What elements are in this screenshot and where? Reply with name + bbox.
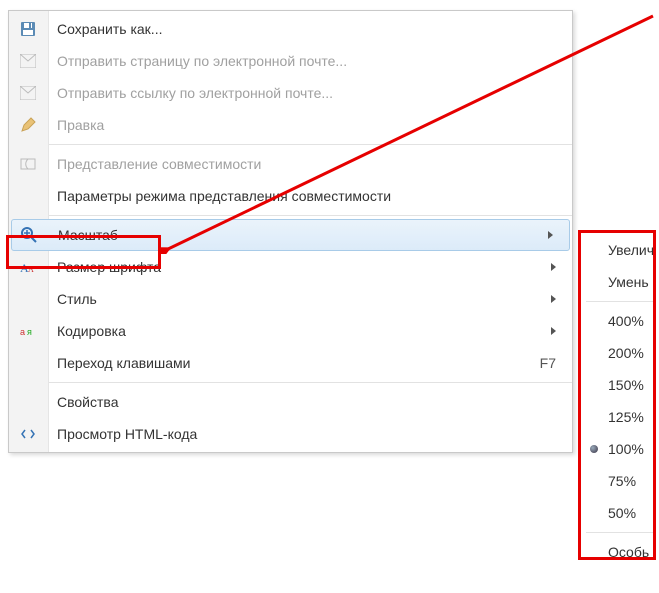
separator [49, 215, 572, 216]
menu-item-view-source[interactable]: Просмотр HTML-кода [9, 418, 572, 450]
zoom-400[interactable]: 400% [582, 305, 657, 337]
submenu-arrow-icon [551, 295, 556, 303]
menu-item-save-as[interactable]: Сохранить как... [9, 13, 572, 45]
sub-item-label: 400% [608, 313, 644, 329]
menu-item-edit: Правка [9, 109, 572, 141]
menu-item-label: Представление совместимости [57, 156, 556, 172]
sub-item-label: 200% [608, 345, 644, 361]
code-icon [19, 425, 37, 443]
menu-item-compat-view: Представление совместимости [9, 148, 572, 180]
mail-link-icon [19, 84, 37, 102]
sub-item-label: 125% [608, 409, 644, 425]
menu-item-encoding[interactable]: aя Кодировка [9, 315, 572, 347]
zoom-submenu: Увелич Умень 400% 200% 150% 125% 100% 75… [582, 234, 657, 568]
menu-item-label: Правка [57, 117, 556, 133]
sub-item-label: Особь [608, 544, 649, 560]
pencil-icon [19, 116, 37, 134]
sub-item-label: Умень [608, 274, 649, 290]
menu-item-font-size[interactable]: AA Размер шрифта [9, 251, 572, 283]
menu-item-send-page: Отправить страницу по электронной почте.… [9, 45, 572, 77]
sub-item-label: 50% [608, 505, 636, 521]
zoom-custom[interactable]: Особь [582, 536, 657, 568]
separator [49, 144, 572, 145]
menu-item-send-link: Отправить ссылку по электронной почте... [9, 77, 572, 109]
separator [49, 382, 572, 383]
menu-item-properties[interactable]: Свойства [9, 386, 572, 418]
menu-item-zoom[interactable]: Масштаб [11, 219, 570, 251]
sub-item-label: 150% [608, 377, 644, 393]
menu-item-label: Параметры режима представления совместим… [57, 188, 556, 204]
svg-text:я: я [27, 327, 32, 337]
menu-item-label: Просмотр HTML-кода [57, 426, 556, 442]
separator [586, 301, 653, 302]
menu-item-label: Стиль [57, 291, 543, 307]
submenu-arrow-icon [551, 327, 556, 335]
zoom-150[interactable]: 150% [582, 369, 657, 401]
separator [586, 532, 653, 533]
zoom-icon [20, 226, 38, 244]
zoom-75[interactable]: 75% [582, 465, 657, 497]
menu-item-label: Размер шрифта [57, 259, 543, 275]
submenu-arrow-icon [548, 231, 553, 239]
context-menu: Сохранить как... Отправить страницу по э… [8, 10, 573, 453]
menu-item-label: Переход клавишами [57, 355, 520, 371]
compat-icon [19, 155, 37, 173]
zoom-out[interactable]: Умень [582, 266, 657, 298]
sub-item-label: 100% [608, 441, 644, 457]
svg-text:a: a [20, 327, 25, 337]
font-size-icon: AA [19, 258, 37, 276]
menu-item-compat-settings[interactable]: Параметры режима представления совместим… [9, 180, 572, 212]
menu-item-label: Кодировка [57, 323, 543, 339]
sub-item-label: Увелич [608, 242, 654, 258]
menu-item-label: Сохранить как... [57, 21, 556, 37]
menu-item-label: Отправить ссылку по электронной почте... [57, 85, 556, 101]
sub-item-label: 75% [608, 473, 636, 489]
menu-shortcut: F7 [540, 355, 556, 371]
menu-item-style[interactable]: Стиль [9, 283, 572, 315]
menu-item-caret-browsing[interactable]: Переход клавишами F7 [9, 347, 572, 379]
mail-page-icon [19, 52, 37, 70]
menu-item-label: Отправить страницу по электронной почте.… [57, 53, 556, 69]
encoding-icon: aя [19, 322, 37, 340]
save-icon [19, 20, 37, 38]
menu-item-label: Свойства [57, 394, 556, 410]
radio-dot-icon [590, 445, 598, 453]
zoom-125[interactable]: 125% [582, 401, 657, 433]
zoom-100[interactable]: 100% [582, 433, 657, 465]
svg-text:A: A [28, 265, 34, 274]
submenu-arrow-icon [551, 263, 556, 271]
menu-item-label: Масштаб [58, 227, 540, 243]
zoom-200[interactable]: 200% [582, 337, 657, 369]
zoom-in[interactable]: Увелич [582, 234, 657, 266]
zoom-50[interactable]: 50% [582, 497, 657, 529]
